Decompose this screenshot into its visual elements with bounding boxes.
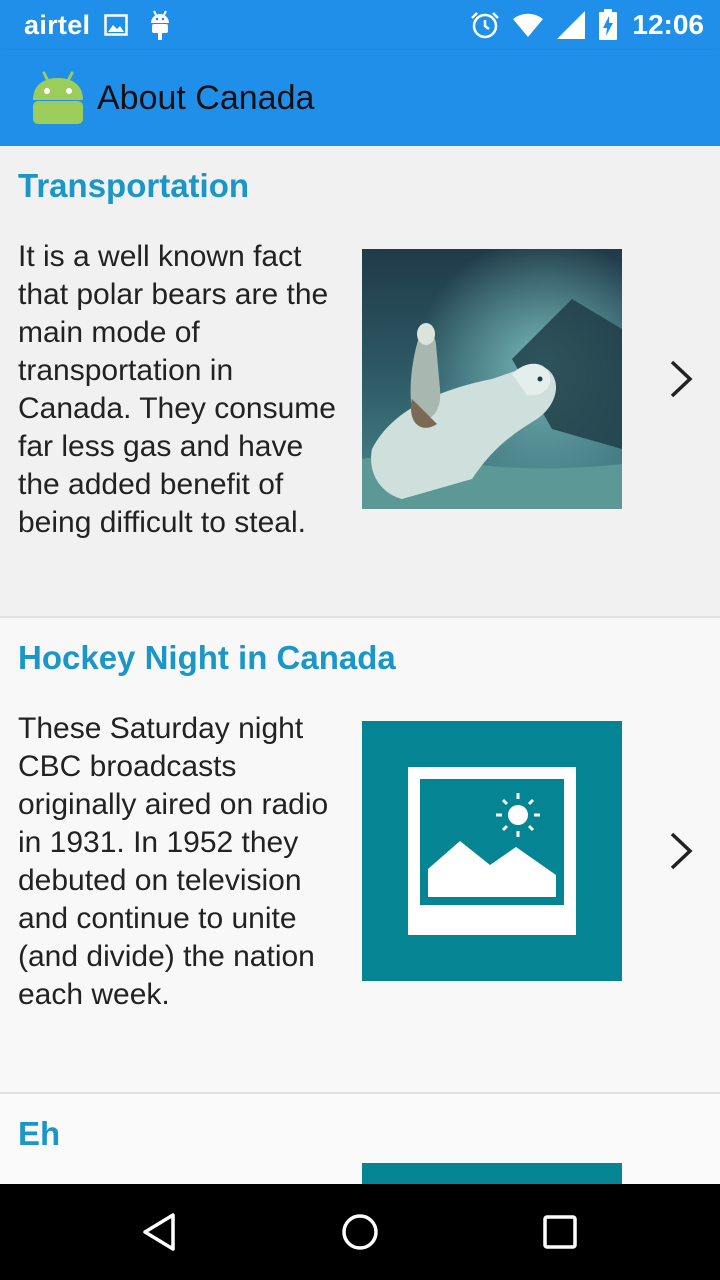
topic-list: Transportation It is a well known fact t…: [0, 146, 720, 1184]
chevron-right-icon[interactable]: [660, 826, 702, 876]
list-item[interactable]: Transportation It is a well known fact t…: [0, 146, 720, 618]
carrier-name: airtel: [24, 9, 91, 40]
wifi-icon: [512, 12, 544, 38]
clock: 12:06: [632, 9, 704, 40]
item-title: Hockey Night in Canada: [18, 639, 396, 676]
status-left: airtel: [24, 8, 172, 42]
back-triangle-icon[interactable]: [136, 1208, 184, 1256]
app-bar: About Canada: [0, 50, 720, 146]
signal-icon: [556, 10, 586, 40]
alarm-icon: [470, 10, 500, 40]
item-description: These Saturday night CBC broadcasts orig…: [18, 712, 329, 1011]
recents-square-icon[interactable]: [536, 1208, 584, 1256]
android-logo-icon: [30, 70, 86, 126]
item-title: Eh: [18, 1115, 61, 1152]
image-placeholder-icon: [362, 721, 622, 981]
item-title: Transportation: [18, 167, 250, 204]
app-title: About Canada: [97, 79, 315, 117]
item-description: It is a well known fact that polar bears…: [18, 240, 336, 539]
image-icon: [104, 14, 129, 36]
list-item[interactable]: Hockey Night in Canada These Saturday ni…: [0, 618, 720, 1094]
battery-charging-icon: [598, 9, 618, 41]
polar-bear-photo: [362, 249, 622, 509]
list-item[interactable]: Eh: [0, 1094, 720, 1184]
navigation-bar: [0, 1184, 720, 1280]
image-placeholder-icon: [362, 1163, 622, 1184]
status-bar: airtel 12:06: [0, 0, 720, 50]
android-debug-icon: [148, 9, 172, 41]
home-circle-icon[interactable]: [336, 1208, 384, 1256]
chevron-right-icon[interactable]: [660, 354, 702, 404]
status-right: 12:06: [458, 8, 704, 42]
